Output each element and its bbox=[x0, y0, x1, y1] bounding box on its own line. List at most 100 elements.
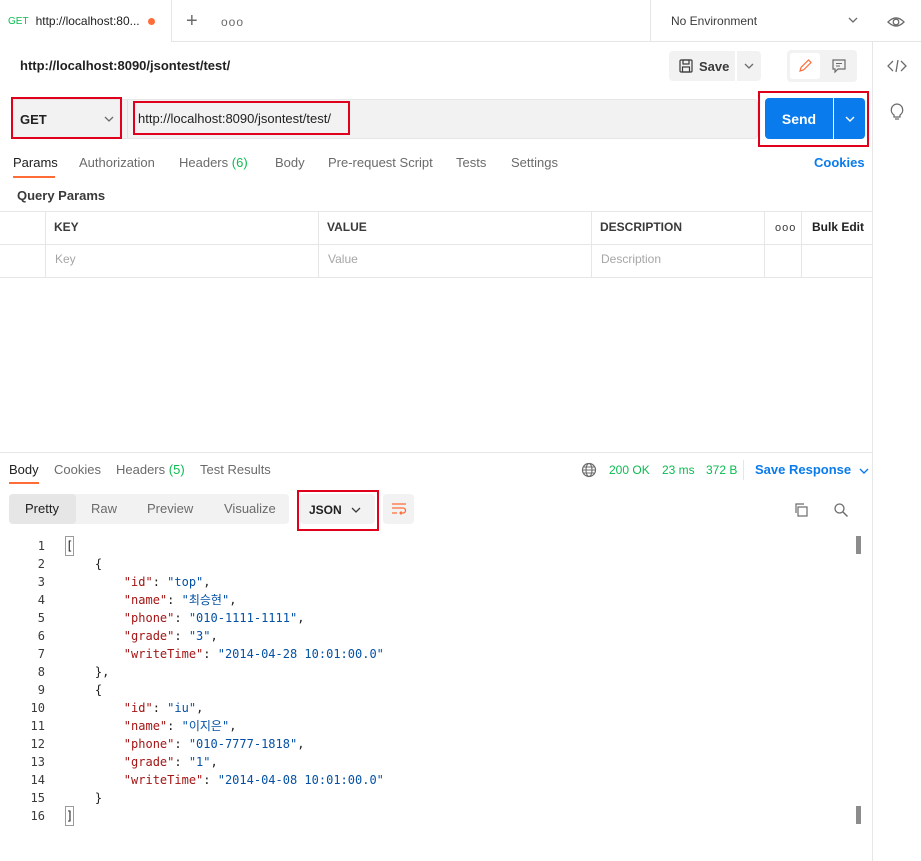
code-line: 11 "name": "이지은", bbox=[0, 717, 856, 735]
tab-authorization[interactable]: Authorization bbox=[79, 155, 155, 170]
comments-button[interactable] bbox=[824, 53, 854, 79]
tab-tests[interactable]: Tests bbox=[456, 155, 486, 170]
url-bar bbox=[11, 99, 758, 139]
param-value-input[interactable]: Value bbox=[328, 252, 358, 266]
json-key: "name" bbox=[123, 593, 168, 607]
unsaved-dot-icon bbox=[148, 18, 155, 25]
code-text: { bbox=[66, 683, 103, 697]
response-tab-test-results[interactable]: Test Results bbox=[200, 462, 271, 477]
right-sidebar bbox=[872, 42, 921, 861]
bulk-edit-button[interactable]: Bulk Edit bbox=[812, 220, 864, 234]
tab-settings[interactable]: Settings bbox=[511, 155, 558, 170]
params-col-divider bbox=[801, 211, 802, 278]
matched-bracket: [ bbox=[64, 536, 75, 556]
code-line: 16] bbox=[0, 806, 856, 826]
tab-params[interactable]: Params bbox=[13, 155, 58, 170]
save-response-button[interactable]: Save Response bbox=[755, 462, 870, 477]
mode-raw[interactable]: Raw bbox=[91, 501, 117, 516]
tab-headers-label: Headers bbox=[179, 155, 229, 170]
code-text: "phone": "010-7777-1818", bbox=[123, 737, 305, 751]
status-code: 200 OK bbox=[609, 463, 650, 477]
code-line: 13 "grade": "1", bbox=[0, 753, 856, 771]
eye-icon[interactable] bbox=[886, 12, 906, 32]
response-divider[interactable] bbox=[0, 452, 872, 453]
send-dropdown-button[interactable] bbox=[834, 98, 865, 139]
chevron-down-icon bbox=[744, 63, 754, 69]
response-tab-cookies[interactable]: Cookies bbox=[54, 462, 101, 477]
params-row-divider bbox=[0, 244, 872, 245]
tab-headers[interactable]: Headers (6) bbox=[179, 155, 248, 170]
globe-icon[interactable] bbox=[581, 462, 597, 478]
code-text: "name": "최승현", bbox=[123, 593, 237, 607]
query-params-label: Query Params bbox=[17, 188, 106, 203]
json-value: "1" bbox=[188, 755, 211, 769]
json-value: "최승현" bbox=[181, 593, 230, 607]
params-col-divider bbox=[45, 211, 46, 278]
code-line: 2 { bbox=[0, 555, 856, 573]
json-value: "010-7777-1818" bbox=[188, 737, 298, 751]
line-number: 2 bbox=[37, 557, 45, 571]
code-line: 12 "phone": "010-7777-1818", bbox=[0, 735, 856, 753]
line-number: 7 bbox=[37, 647, 45, 661]
json-key: "name" bbox=[123, 719, 168, 733]
tab-headers-count: (6) bbox=[231, 155, 248, 170]
response-headers-count: (5) bbox=[168, 462, 185, 477]
copy-icon[interactable] bbox=[793, 502, 809, 518]
mode-visualize[interactable]: Visualize bbox=[224, 501, 276, 516]
chevron-down-icon bbox=[848, 17, 858, 23]
save-response-label: Save Response bbox=[755, 462, 852, 477]
response-tab-headers[interactable]: Headers (5) bbox=[116, 462, 185, 477]
code-icon[interactable] bbox=[887, 58, 907, 74]
code-line: 7 "writeTime": "2014-04-28 10:01:00.0" bbox=[0, 645, 856, 663]
json-key: "grade" bbox=[123, 629, 175, 643]
params-more-icon[interactable]: ooo bbox=[775, 222, 796, 234]
chevron-down-icon bbox=[351, 507, 361, 513]
mode-pretty[interactable]: Pretty bbox=[25, 501, 59, 516]
code-text: "writeTime": "2014-04-28 10:01:00.0" bbox=[123, 647, 384, 661]
tab-more-icon[interactable]: ooo bbox=[221, 15, 244, 29]
params-col-divider bbox=[591, 211, 592, 278]
tab-prerequest-script[interactable]: Pre-request Script bbox=[328, 155, 433, 170]
wrap-lines-button[interactable] bbox=[383, 494, 414, 524]
json-value: "3" bbox=[188, 629, 211, 643]
request-title: http://localhost:8090/jsontest/test/ bbox=[20, 58, 231, 73]
response-time: 23 ms bbox=[662, 463, 695, 477]
line-number: 1 bbox=[37, 539, 45, 553]
save-dropdown-button[interactable] bbox=[737, 51, 761, 81]
line-number: 12 bbox=[30, 737, 45, 751]
json-value: "iu" bbox=[167, 701, 197, 715]
wrap-lines-icon bbox=[391, 503, 406, 515]
line-number: 9 bbox=[37, 683, 45, 697]
cookies-link[interactable]: Cookies bbox=[814, 155, 865, 170]
param-key-input[interactable]: Key bbox=[55, 252, 76, 266]
mode-preview[interactable]: Preview bbox=[147, 501, 193, 516]
code-text: { bbox=[66, 557, 103, 571]
line-number: 16 bbox=[30, 809, 45, 823]
tab-body[interactable]: Body bbox=[275, 155, 305, 170]
url-input[interactable]: http://localhost:8090/jsontest/test/ bbox=[138, 111, 331, 126]
response-tab-body[interactable]: Body bbox=[9, 462, 39, 477]
code-line: 1[ bbox=[0, 536, 856, 556]
save-button[interactable]: Save bbox=[669, 51, 735, 81]
code-line: 6 "grade": "3", bbox=[0, 627, 856, 645]
active-tab-indicator bbox=[13, 176, 55, 178]
new-tab-plus-icon[interactable]: + bbox=[186, 11, 198, 31]
format-label: JSON bbox=[309, 503, 342, 517]
code-text: } bbox=[66, 791, 103, 805]
param-description-input[interactable]: Description bbox=[601, 252, 661, 266]
chevron-down-icon[interactable] bbox=[103, 113, 115, 125]
line-number: 11 bbox=[30, 719, 45, 733]
send-button[interactable]: Send bbox=[765, 98, 833, 139]
code-text: }, bbox=[66, 665, 110, 679]
json-value: "top" bbox=[167, 575, 204, 589]
request-tab[interactable]: GET http://localhost:80... bbox=[0, 0, 172, 42]
line-number: 14 bbox=[30, 773, 45, 787]
lightbulb-icon[interactable] bbox=[889, 103, 905, 121]
search-icon[interactable] bbox=[833, 502, 849, 518]
environment-selector[interactable]: No Environment bbox=[650, 0, 872, 42]
code-text: "id": "iu", bbox=[123, 701, 204, 715]
method-select[interactable]: GET bbox=[20, 112, 47, 127]
edit-button[interactable] bbox=[790, 53, 820, 79]
code-line: 9 { bbox=[0, 681, 856, 699]
save-label: Save bbox=[699, 58, 730, 74]
